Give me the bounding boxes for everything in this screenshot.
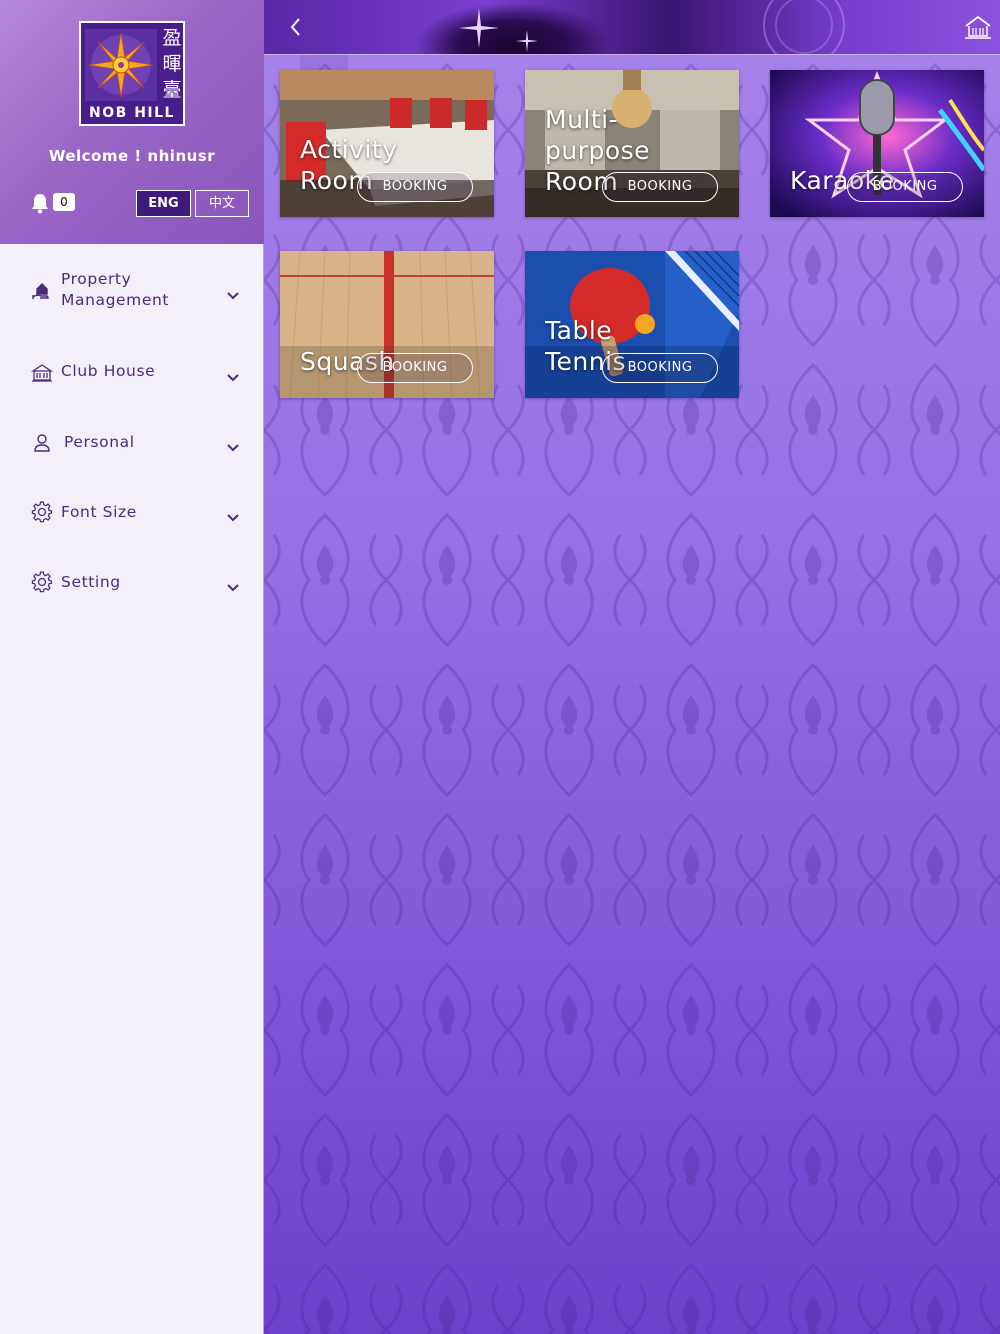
facility-card-karaoke[interactable]: Karaoke BOOKING [770,70,984,217]
logo-cjk-char: 臺 [162,79,182,101]
sparkle-decoration-icon [516,30,538,52]
facility-card-squash[interactable]: Squash BOOKING [280,251,494,398]
language-zh-button[interactable]: 中文 [195,190,249,217]
gear-icon [31,501,53,523]
clubhouse-icon [30,362,54,384]
main-content: Activity Room BOOKING Multi- purpose Roo… [264,0,1000,1334]
sidebar: 盈 暉 臺 NOB HILL Welcome ! nhinusr 0 ENG 中… [0,0,264,1334]
menu-item-club-house[interactable]: Club House [0,342,264,402]
logo-cjk-text: 盈 暉 臺 [159,25,185,103]
logo-name: NOB HILL [89,105,175,121]
language-eng-button[interactable]: ENG [136,190,191,217]
chevron-left-icon [290,18,300,36]
menu-item-label: Font Size [61,502,137,521]
menu-item-personal[interactable]: Personal [0,412,264,472]
logo-cjk-char: 盈 [162,27,182,49]
menu-item-label: Property Management [61,270,170,309]
menu-item-label: Club House [61,362,156,380]
chevron-down-icon [226,368,240,382]
booking-button[interactable]: BOOKING [847,172,963,202]
home-button[interactable] [964,14,992,40]
facility-card-multipurpose-room[interactable]: Multi- purpose Room BOOKING [525,70,739,217]
house-hand-icon [31,280,53,302]
nob-hill-logo: 盈 暉 臺 NOB HILL [79,21,185,126]
booking-button[interactable]: BOOKING [357,172,473,202]
notification-count-badge: 0 [53,193,75,211]
facility-card-activity-room[interactable]: Activity Room BOOKING [280,70,494,217]
sparkle-decoration-icon [459,8,499,48]
menu-item-label: Setting [61,572,121,591]
gear-icon [31,571,53,593]
chevron-down-icon [226,286,240,300]
sun-emblem-icon [85,29,157,101]
booking-button[interactable]: BOOKING [602,353,718,383]
chevron-down-icon [226,508,240,522]
menu-item-font-size[interactable]: Font Size [0,482,264,542]
bell-icon[interactable] [30,192,50,214]
facility-card-table-tennis[interactable]: Table Tennis BOOKING [525,251,739,398]
back-button[interactable] [284,14,308,40]
top-bar [264,0,1000,55]
welcome-text: Welcome ! nhinusr [48,147,216,165]
chevron-down-icon [226,438,240,452]
menu-item-setting[interactable]: Setting [0,552,264,612]
logo-cjk-char: 暉 [162,53,182,75]
home-icon [965,15,991,39]
chevron-down-icon [226,578,240,592]
booking-button[interactable]: BOOKING [357,353,473,383]
menu-item-property-management[interactable]: Property Management [0,260,264,320]
person-icon [31,432,53,454]
damask-pattern [264,55,1000,1334]
menu-item-label: Personal [64,432,135,451]
sidebar-header: 盈 暉 臺 NOB HILL Welcome ! nhinusr 0 ENG 中… [0,0,264,244]
booking-button[interactable]: BOOKING [602,172,718,202]
ring-decoration [763,0,845,54]
